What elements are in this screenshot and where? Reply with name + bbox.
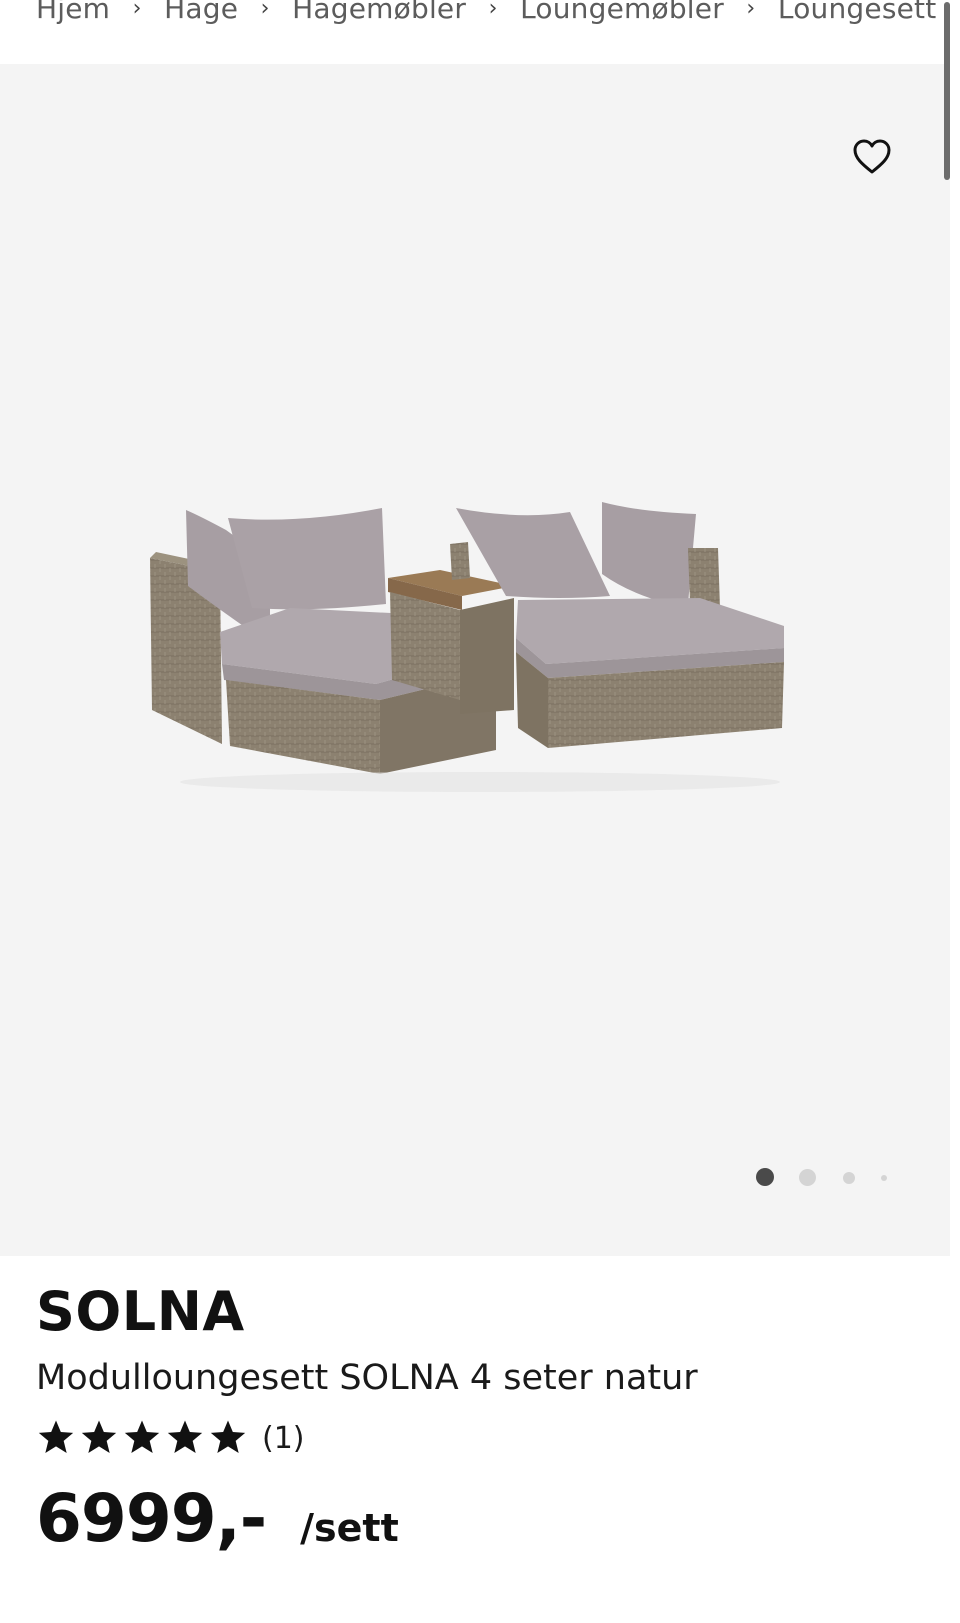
- star-filled-icon: [167, 1420, 203, 1453]
- star-filled-icon: [38, 1420, 74, 1453]
- carousel-dot[interactable]: [799, 1169, 816, 1186]
- product-brand: SOLNA: [36, 1280, 245, 1343]
- chevron-right-icon: ›: [260, 0, 270, 21]
- product-name: Modulloungesett SOLNA 4 seter natur: [36, 1358, 698, 1398]
- breadcrumb-item-hage[interactable]: Hage: [164, 0, 238, 25]
- breadcrumb-item-hjem[interactable]: Hjem: [36, 0, 110, 25]
- carousel-indicator: [0, 1168, 950, 1188]
- breadcrumb-item-loungemobler[interactable]: Loungemøbler: [520, 0, 724, 25]
- star-filled-icon: [210, 1420, 246, 1453]
- carousel-dot[interactable]: [881, 1175, 887, 1181]
- breadcrumb-item-loungesett[interactable]: Loungesett: [778, 0, 937, 25]
- chevron-right-icon: ›: [132, 0, 142, 21]
- chevron-right-icon: ›: [746, 0, 756, 21]
- carousel-dot-active[interactable]: [756, 1168, 774, 1186]
- star-filled-icon: [81, 1420, 117, 1453]
- breadcrumb-item-hagemobler[interactable]: Hagemøbler: [292, 0, 466, 25]
- rating-stars: [36, 1418, 248, 1458]
- star-filled-icon: [124, 1420, 160, 1453]
- price-row: 6999,- /sett: [36, 1480, 399, 1557]
- product-price: 6999,-: [36, 1480, 267, 1557]
- price-unit: /sett: [300, 1506, 399, 1550]
- product-image[interactable]: [140, 500, 820, 830]
- breadcrumb: Hjem › Hage › Hagemøbler › Loungemøbler …: [0, 0, 950, 64]
- carousel-dot[interactable]: [843, 1172, 855, 1184]
- product-rating[interactable]: (1): [36, 1418, 305, 1458]
- review-count[interactable]: (1): [262, 1421, 305, 1456]
- heart-outline-icon[interactable]: [850, 136, 894, 180]
- scrollbar-thumb[interactable]: [944, 2, 950, 180]
- chevron-right-icon: ›: [488, 0, 498, 21]
